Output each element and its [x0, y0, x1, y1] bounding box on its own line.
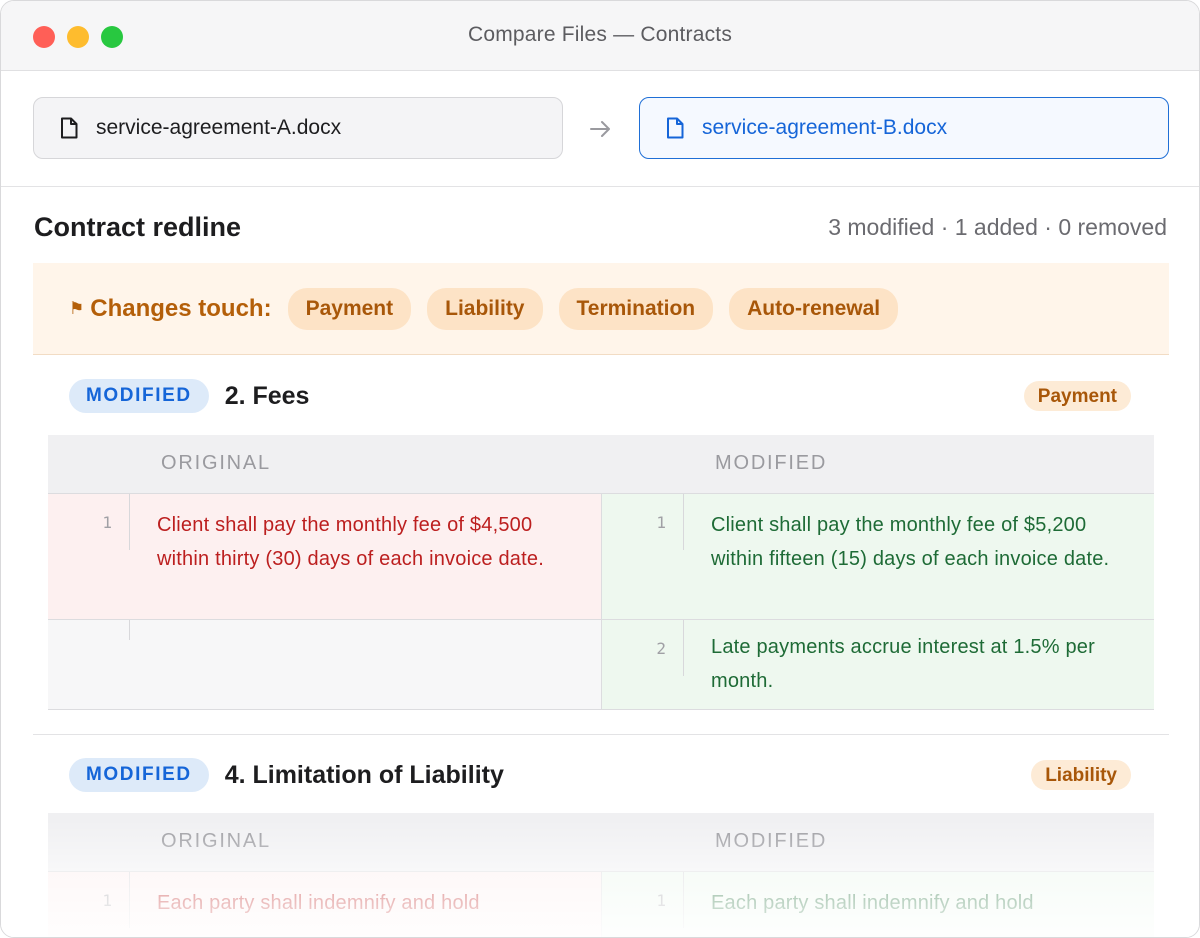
modified-file-name: service-agreement-B.docx [702, 116, 948, 139]
flag-icon: ⚑ [69, 298, 85, 318]
chip-auto-renewal[interactable]: Auto-renewal [729, 287, 899, 330]
original-column-header: ORIGINAL [161, 452, 271, 474]
gutter-divider [683, 494, 684, 550]
diff-table: ORIGINAL MODIFIED 1 Client shall pay the… [48, 435, 1154, 710]
status-badge: MODIFIED [69, 379, 209, 413]
original-file-picker[interactable]: service-agreement-A.docx [33, 97, 563, 159]
status-badge: MODIFIED [69, 758, 209, 792]
original-file-name: service-agreement-A.docx [96, 116, 342, 139]
gutter-divider [129, 494, 130, 550]
gutter-divider [129, 872, 130, 928]
line-number: 1 [102, 891, 112, 910]
added-cell: 2 Late payments accrue interest at 1.5% … [601, 620, 1154, 709]
section-limitation-of-liability: MODIFIED 4. Limitation of Liability Liab… [33, 735, 1169, 937]
deleted-cell: 1 Each party shall indemnify and hold [48, 872, 601, 937]
change-counts: 3 modified · 1 added · 0 removed [828, 214, 1167, 240]
added-text: Client shall pay the monthly fee of $5,2… [711, 514, 1110, 570]
document-icon [667, 117, 684, 139]
section-title: 2. Fees [224, 381, 310, 410]
original-column-header: ORIGINAL [161, 830, 271, 852]
changes-touch-banner: ⚑ Changes touch: Payment Liability Termi… [33, 263, 1169, 355]
arrow-right-icon [590, 121, 610, 137]
section-title: 4. Limitation of Liability [224, 760, 504, 789]
added-text: Each party shall indemnify and hold [711, 892, 1034, 914]
diff-row: 1 Each party shall indemnify and hold 1 … [48, 872, 1154, 937]
category-badge: Liability [1031, 760, 1131, 790]
added-cell: 1 Client shall pay the monthly fee of $5… [601, 494, 1154, 619]
title-bar: Compare Files — Contracts [1, 1, 1199, 71]
changes-touch-label: ⚑ Changes touch: [69, 295, 272, 323]
chip-payment[interactable]: Payment [287, 287, 412, 330]
line-number: 2 [656, 639, 666, 658]
deleted-text: Each party shall indemnify and hold [157, 892, 480, 914]
category-badge: Payment [1023, 381, 1131, 411]
compare-window: Compare Files — Contracts service-agreem… [0, 0, 1200, 938]
deleted-text: Client shall pay the monthly fee of $4,5… [157, 514, 544, 570]
deleted-cell: 1 Client shall pay the monthly fee of $4… [48, 494, 601, 619]
diff-header: ORIGINAL MODIFIED [48, 435, 1154, 494]
added-text: Late payments accrue interest at 1.5% pe… [711, 636, 1095, 692]
modified-column-header: MODIFIED [715, 452, 828, 474]
section-header: MODIFIED 4. Limitation of Liability [69, 758, 504, 792]
line-number: 1 [656, 891, 666, 910]
line-number: 1 [656, 513, 666, 532]
added-cell: 1 Each party shall indemnify and hold [601, 872, 1154, 937]
chip-termination[interactable]: Termination [558, 287, 714, 330]
empty-cell [48, 620, 601, 709]
section-header: MODIFIED 2. Fees [69, 379, 309, 413]
diff-table: ORIGINAL MODIFIED 1 Each party shall ind… [48, 813, 1154, 937]
summary-title: Contract redline [34, 212, 242, 242]
gutter-divider [683, 872, 684, 928]
window-title: Compare Files — Contracts [467, 23, 733, 46]
diff-row: 1 Client shall pay the monthly fee of $4… [48, 494, 1154, 620]
modified-column-header: MODIFIED [715, 830, 828, 852]
section-fees: MODIFIED 2. Fees Payment ORIGINAL MODIFI… [33, 355, 1169, 735]
changes-touch-text: Changes touch: [90, 294, 272, 322]
file-selector-row: service-agreement-A.docx service-agreeme… [1, 71, 1199, 187]
document-icon [61, 117, 78, 139]
gutter-divider [129, 620, 130, 640]
modified-file-picker[interactable]: service-agreement-B.docx [639, 97, 1169, 159]
chip-liability[interactable]: Liability [427, 287, 543, 330]
diff-row: 2 Late payments accrue interest at 1.5% … [48, 620, 1154, 710]
gutter-divider [683, 620, 684, 676]
line-number: 1 [102, 513, 112, 532]
diff-header: ORIGINAL MODIFIED [48, 813, 1154, 872]
